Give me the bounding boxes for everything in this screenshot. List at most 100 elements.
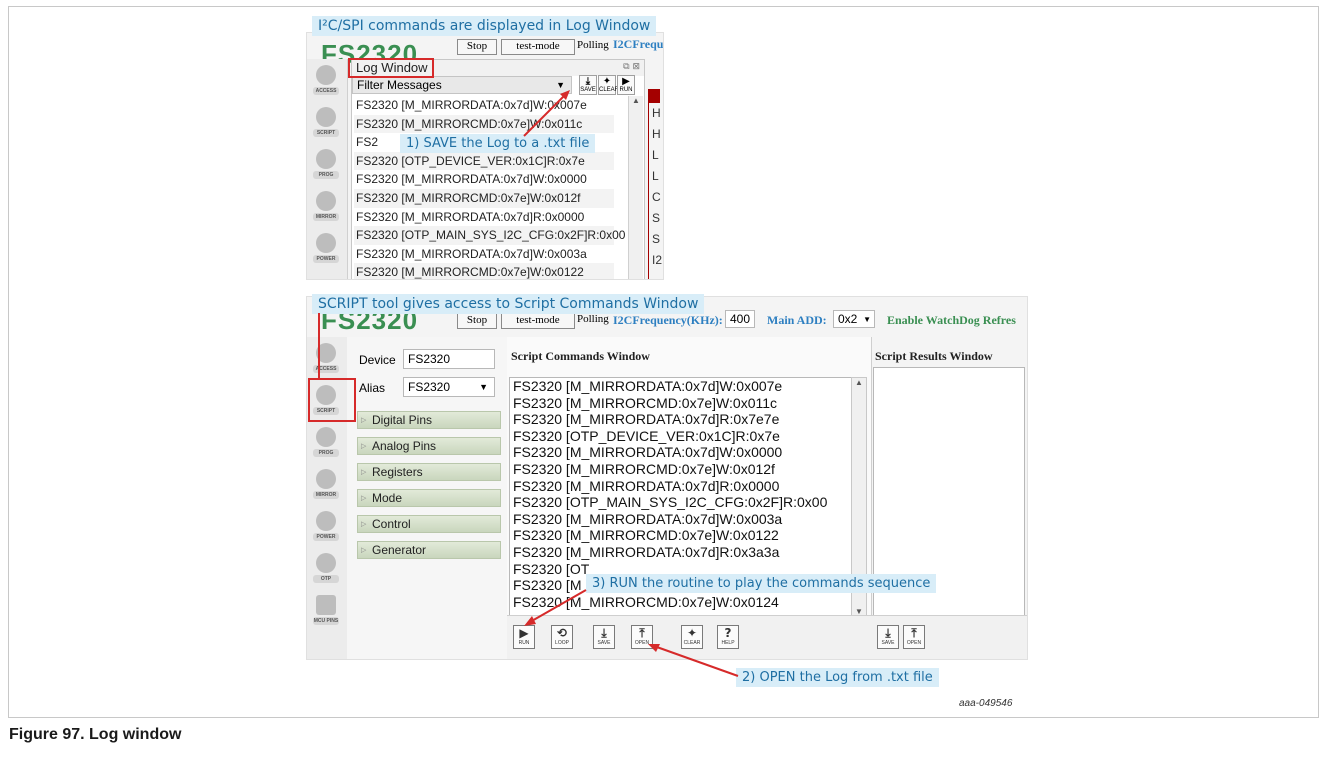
sidebar-item-access[interactable]: ACCESS [311,343,341,373]
sidebar-item-label: POWER [313,533,339,541]
gear-icon [316,149,336,169]
mode-select[interactable]: test-mode [501,39,575,55]
device-input[interactable]: FS2320 [403,349,495,369]
command-line: FS2320 [M_MIRRORCMD:0x7e]W:0x012f [513,460,775,477]
side-label: S [652,211,661,225]
polling-label: Polling [577,39,609,51]
sidebar-item-label: MIRROR [313,491,339,499]
main-add-value: 0x2 [838,312,858,326]
log-line: FS2320 [M_MIRRORCMD:0x7e]W:0x012f [354,188,614,208]
sidebar-item-power[interactable]: POWER [311,233,341,263]
polling-label: Polling [577,313,609,325]
status-bar-accent [648,89,660,103]
command-line: FS2320 [M_MIRRORDATA:0x7d]W:0x003a [513,510,783,527]
log-run-button[interactable]: ▶ RUN [617,75,635,95]
i2c-frequency-label: I2CFrequency [613,37,664,51]
sidebar-item-label: ACCESS [313,87,339,95]
sidebar-item-access[interactable]: ACCESS [311,65,341,95]
sidebar-item-label: MIRROR [313,213,339,221]
save-icon: ⤓ [585,76,591,87]
sidebar-item-mcu-pins[interactable]: MCU PINS [311,595,341,625]
figure-id: aaa-049546 [959,698,1013,709]
log-clear-button[interactable]: ✦ CLEAR [598,75,619,95]
gear-icon [316,427,336,447]
side-label: H [652,127,661,141]
side-label: L [652,148,659,162]
nav-registers[interactable]: Registers [357,463,501,481]
log-save-label: SAVE [580,87,596,93]
save-button[interactable]: ⤓ SAVE [593,625,615,649]
log-save-button[interactable]: ⤓ SAVE [579,75,597,95]
nav-generator[interactable]: Generator [357,541,501,559]
alias-select[interactable]: FS2320 ▼ [403,377,495,397]
command-line: FS2320 [M_MIRRORDATA:0x7d]W:0x0000 [513,444,783,461]
callout-open: 2) OPEN the Log from .txt file [736,668,939,687]
results-save-label: SAVE [881,640,895,646]
nav-digital-pins[interactable]: Digital Pins [357,411,501,429]
sidebar-item-mirror[interactable]: MIRROR [311,469,341,499]
script-tool-highlight [308,378,356,422]
mirror-icon [316,191,336,211]
chip-icon [316,65,336,85]
mode-select[interactable]: test-mode [501,313,575,329]
sidebar-item-prog[interactable]: PROG [311,427,341,457]
command-line: FS2320 [M_MIRRORDATA:0x7d]R:0x3a3a [513,543,780,560]
filter-messages-label: Filter Messages [357,78,442,92]
log-line: FS2320 [M_MIRRORDATA:0x7d]W:0x003a [356,246,587,261]
device-label: Device [359,353,396,367]
stop-button[interactable]: Stop [457,39,497,55]
panel-controls-icon[interactable]: ⧉ ⊠ [623,62,640,72]
run-arrow [524,589,587,626]
scroll-up-icon: ▲ [632,96,640,105]
log-window-panel: Log Window ⧉ ⊠ Filter Messages ▼ ⤓ SAVE ✦… [351,59,645,279]
sidebar-item-otp[interactable]: OTP [311,553,341,583]
sidebar-item-label: POWER [313,255,339,263]
sidebar-item-mirror[interactable]: MIRROR [311,191,341,221]
sidebar-item-label: MCU PINS [313,617,339,625]
side-label: I2 [652,253,663,267]
sidebar-item-prog[interactable]: PROG [311,149,341,179]
sidebar-item-label: OTP [313,575,339,583]
open-icon: ⤒ [639,626,645,640]
script-commands-title: Script Commands Window [511,349,650,363]
command-line: FS2320 [M_MIRRORDATA:0x7d]W:0x007e [513,378,783,394]
sidebar-item-label: ACCESS [313,365,339,373]
main-add-select[interactable]: 0x2 ▼ [833,310,875,328]
save-icon: ⤓ [601,626,607,640]
i2c-frequency-input[interactable]: 400 [725,310,755,328]
open-icon: ⤒ [911,626,917,640]
save-icon: ⤓ [885,626,891,640]
script-window-screenshot: FS2320 Stop test-mode Polling I2CFrequen… [306,296,1028,660]
nav-mode[interactable]: Mode [357,489,501,507]
save-arrow [523,90,570,137]
sidebar-item-script[interactable]: SCRIPT [311,107,341,137]
broom-icon: ✦ [686,626,698,640]
broom-icon: ✦ [602,76,612,87]
main-add-label: Main ADD: [767,313,827,327]
nav-control[interactable]: Control [357,515,501,533]
sidebar-item-power[interactable]: POWER [311,511,341,541]
callout-i2c-spi: I²C/SPI commands are displayed in Log Wi… [312,16,657,36]
results-save-button[interactable]: ⤓ SAVE [877,625,899,649]
side-label: H [652,106,661,120]
chevron-down-icon: ▼ [863,315,871,324]
i2c-frequency-label: I2CFrequency(KHz): [613,313,723,327]
sidebar-item-label: SCRIPT [313,129,339,137]
log-run-label: RUN [619,87,633,93]
callout-run: 3) RUN the routine to play the commands … [586,574,937,593]
log-scrollbar[interactable]: ▲ [628,96,643,279]
log-line: FS2320 [OTP_MAIN_SYS_I2C_CFG:0x2F]R:0x00 [354,226,625,245]
log-window-highlight [348,58,434,78]
log-line: FS2320 [M_MIRRORDATA:0x7d]W:0x0000 [356,172,587,187]
device-nav-panel: Device FS2320 Alias FS2320 ▼ Digital Pin… [347,337,508,659]
results-open-button[interactable]: ⤒ OPEN [903,625,925,649]
side-label: L [652,169,659,183]
callout-script-tool: SCRIPT tool gives access to Script Comma… [312,294,705,314]
nav-analog-pins[interactable]: Analog Pins [357,437,501,455]
results-open-label: OPEN [906,640,922,646]
stop-button[interactable]: Stop [457,313,497,329]
script-results-title: Script Results Window [875,349,993,363]
play-icon: ▶ [622,76,630,87]
alias-label: Alias [359,381,386,395]
side-label: S [652,232,661,246]
